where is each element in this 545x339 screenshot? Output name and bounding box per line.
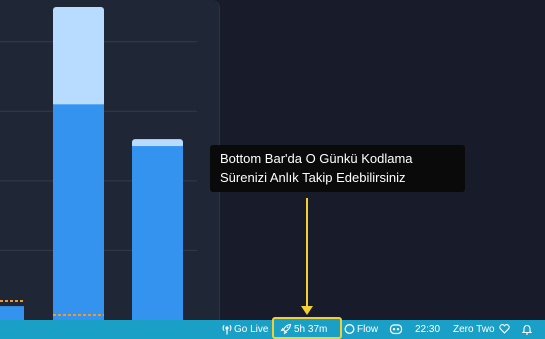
tooltip-line-2: Sürenizi Anlık Takip Edebilirsiniz bbox=[220, 170, 406, 185]
notifications-button[interactable] bbox=[522, 323, 534, 336]
bar-lower-segment[interactable] bbox=[132, 146, 183, 320]
bar-lower-segment[interactable] bbox=[53, 104, 104, 320]
flow-button[interactable]: Flow bbox=[344, 323, 378, 336]
circle-icon bbox=[344, 324, 355, 334]
coding-timer-button[interactable]: 5h 37m bbox=[280, 323, 327, 336]
go-live-label: Go Live bbox=[234, 324, 269, 335]
rocket-icon bbox=[280, 323, 292, 335]
annotation-arrow-line bbox=[306, 198, 308, 310]
flow-label: Flow bbox=[357, 324, 379, 335]
annotation-tooltip: Bottom Bar'da O Günkü Kodlama Sürenizi A… bbox=[210, 145, 465, 192]
annotation-arrow-head bbox=[301, 306, 313, 315]
bar-lower-segment[interactable] bbox=[0, 306, 24, 320]
go-live-button[interactable]: Go Live bbox=[222, 323, 268, 336]
copilot-icon bbox=[389, 324, 403, 335]
bell-icon bbox=[522, 325, 532, 335]
broadcast-icon bbox=[222, 324, 232, 335]
coding-time-bar-chart bbox=[0, 6, 197, 320]
copilot-button[interactable] bbox=[389, 323, 405, 336]
theme-label: Zero Two bbox=[453, 324, 495, 335]
theme-selector[interactable]: Zero Two bbox=[453, 323, 512, 336]
coding-timer-value: 5h 37m bbox=[294, 324, 328, 335]
heart-icon bbox=[499, 324, 510, 334]
tooltip-line-1: Bottom Bar'da O Günkü Kodlama bbox=[220, 151, 413, 166]
coding-time-chart-panel bbox=[0, 0, 220, 320]
bar-upper-segment[interactable] bbox=[53, 6, 104, 107]
clock-time: 22:30 bbox=[415, 324, 441, 335]
